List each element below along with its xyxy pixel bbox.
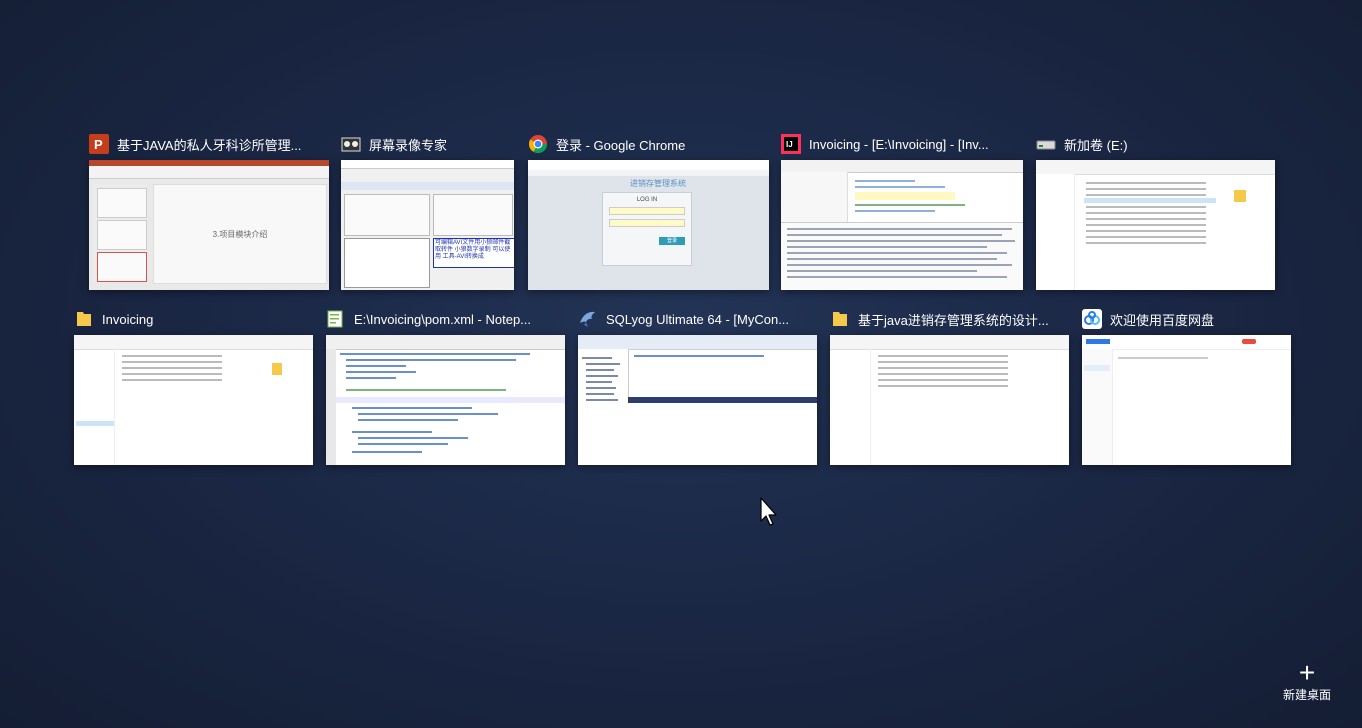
promo-banner: 可编辑AVI文件用小狼邮件截取转件 小狼数字录制 可以使用 工具-AVI转换成	[433, 238, 514, 268]
window-card-chrome[interactable]: 登录 - Google Chrome 进销存管理系统 LOG IN 登录	[528, 130, 769, 290]
window-card-baidu-netdisk[interactable]: 欢迎使用百度网盘	[1082, 305, 1291, 465]
chrome-icon	[528, 134, 548, 154]
drive-icon	[1036, 134, 1056, 154]
window-thumbnail[interactable]	[1036, 160, 1275, 290]
window-card-design-folder[interactable]: 基于java进销存管理系统的设计...	[830, 305, 1069, 465]
svg-text:IJ: IJ	[786, 140, 793, 149]
notepad-icon	[326, 309, 346, 329]
window-card-intellij[interactable]: IJ Invoicing - [E:\Invoicing] - [Inv...	[781, 130, 1023, 290]
window-card-screen-recorder[interactable]: 屏幕录像专家 可编辑AVI文件用小狼邮件截取转件 小狼数字录制 可以使用 工具-…	[341, 130, 514, 290]
window-title: Invoicing	[102, 311, 154, 327]
task-view-row-2: Invoicing E:\Invoicing\pom.xml - Notep..…	[0, 305, 1362, 475]
login-page-heading: 进销存管理系统	[630, 179, 686, 188]
svg-text:P: P	[94, 137, 103, 152]
window-thumbnail[interactable]	[74, 335, 313, 465]
new-desktop-button[interactable]: + 新建桌面	[1278, 657, 1336, 703]
window-thumbnail[interactable]: 3.项目模块介绍	[89, 160, 329, 290]
window-thumbnail[interactable]	[1082, 335, 1291, 465]
new-desktop-label: 新建桌面	[1282, 688, 1331, 702]
window-title: 登录 - Google Chrome	[556, 137, 686, 153]
window-title: Invoicing - [E:\Invoicing] - [Inv...	[809, 136, 989, 152]
login-label: LOG IN	[636, 197, 658, 203]
folder-icon	[830, 309, 850, 329]
slide-preview: 3.项目模块介绍	[153, 184, 327, 284]
intellij-icon: IJ	[781, 134, 801, 154]
window-card-sqlyog[interactable]: SQLyog Ultimate 64 - [MyCon...	[578, 305, 817, 465]
task-view-row-1: P 基于JAVA的私人牙科诊所管理... 3.项目模块介绍 屏幕录像专家 可编辑…	[0, 130, 1362, 300]
window-title: 屏幕录像专家	[369, 137, 448, 153]
mouse-cursor-icon	[760, 497, 778, 532]
login-button-preview: 登录	[659, 237, 685, 245]
screen-recorder-icon	[341, 134, 361, 154]
window-card-powerpoint[interactable]: P 基于JAVA的私人牙科诊所管理... 3.项目模块介绍	[89, 130, 329, 290]
window-title: SQLyog Ultimate 64 - [MyCon...	[606, 311, 790, 327]
folder-icon	[74, 309, 94, 329]
powerpoint-icon: P	[89, 134, 109, 154]
sqlyog-icon	[578, 309, 598, 329]
window-card-invoicing-folder[interactable]: Invoicing	[74, 305, 313, 465]
window-title: 基于JAVA的私人牙科诊所管理...	[117, 137, 302, 153]
window-thumbnail[interactable]	[326, 335, 565, 465]
baidu-netdisk-icon	[1082, 309, 1102, 329]
window-thumbnail[interactable]: 进销存管理系统 LOG IN 登录	[528, 160, 769, 290]
window-thumbnail[interactable]	[781, 160, 1023, 290]
window-card-notepad[interactable]: E:\Invoicing\pom.xml - Notep...	[326, 305, 565, 465]
window-thumbnail[interactable]	[578, 335, 817, 465]
window-thumbnail[interactable]: 可编辑AVI文件用小狼邮件截取转件 小狼数字录制 可以使用 工具-AVI转换成	[341, 160, 514, 290]
window-title: 欢迎使用百度网盘	[1110, 312, 1215, 328]
window-title: 基于java进销存管理系统的设计...	[858, 312, 1049, 328]
window-card-drive-e[interactable]: 新加卷 (E:)	[1036, 130, 1275, 290]
window-thumbnail[interactable]	[830, 335, 1069, 465]
window-title: E:\Invoicing\pom.xml - Notep...	[354, 311, 532, 327]
window-title: 新加卷 (E:)	[1064, 137, 1128, 153]
plus-icon: +	[1298, 657, 1316, 688]
